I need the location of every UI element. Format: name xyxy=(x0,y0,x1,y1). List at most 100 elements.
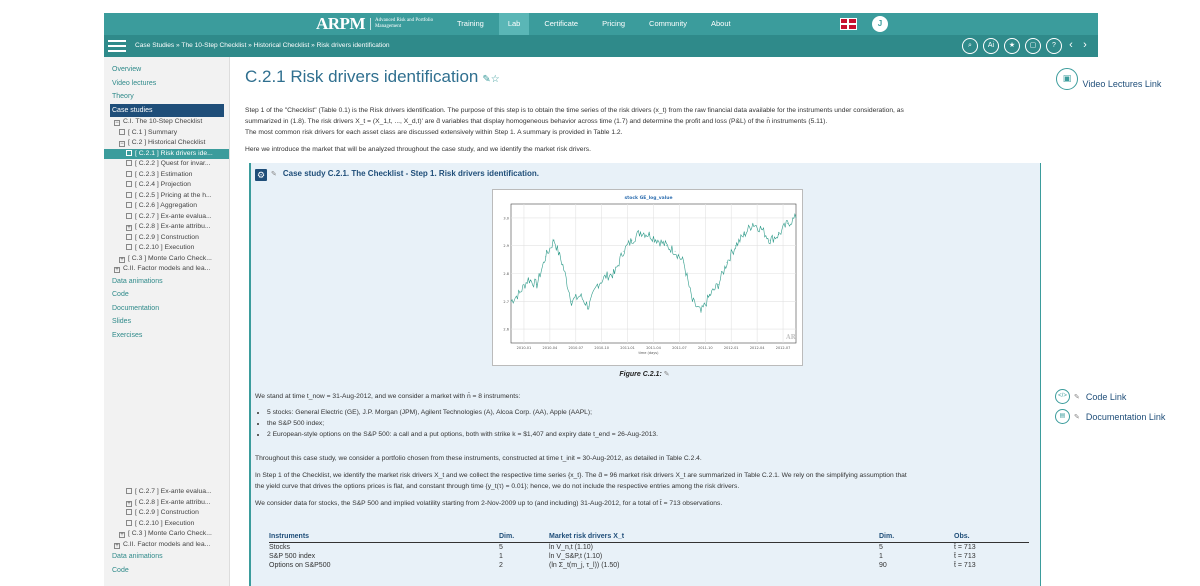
sidebar-video-lectures[interactable]: Video lectures xyxy=(104,77,229,91)
video-icon[interactable]: ▣ xyxy=(1056,67,1078,90)
tree-item-selected[interactable]: [ C.2.1 ] Risk drivers ide... xyxy=(104,148,229,159)
sidebar-code[interactable]: Code xyxy=(104,564,230,578)
page-icon xyxy=(126,149,132,156)
prev-arrow-icon[interactable]: ‹ xyxy=(1066,38,1076,54)
pencil-icon[interactable]: ✎ xyxy=(271,171,277,178)
documentation-icon[interactable]: ▤ xyxy=(1055,409,1070,424)
data-point xyxy=(761,228,762,230)
tree-item[interactable]: [ C.2.2 ] Quest for invar... xyxy=(104,159,229,170)
uk-flag-icon[interactable] xyxy=(840,18,857,30)
sidebar-theory[interactable]: Theory xyxy=(104,90,229,104)
nav-community[interactable]: Community xyxy=(640,13,696,35)
help-icon[interactable]: ? xyxy=(1046,38,1062,54)
tree-item[interactable]: [ C.2.5 ] Pricing at the h... xyxy=(104,191,229,202)
data-point xyxy=(743,234,745,235)
page-icon xyxy=(126,170,132,177)
data-point xyxy=(596,284,598,286)
tree-item[interactable]: [ C.2.7 ] Ex-ante evalua... xyxy=(104,212,229,223)
arpm-logo[interactable]: ARPM Advanced Risk and Portfolio Managem… xyxy=(316,13,440,35)
x-tick-label: 2010-01 xyxy=(517,346,532,350)
data-point xyxy=(691,300,693,302)
nav-training[interactable]: Training xyxy=(448,13,493,35)
gear-icon[interactable]: ⚙ xyxy=(255,169,267,181)
sidebar-overview[interactable]: Overview xyxy=(104,63,229,77)
hamburger-menu-icon[interactable] xyxy=(108,40,126,52)
sidebar-exercises[interactable]: Exercises xyxy=(104,329,229,343)
collapse-icon[interactable]: − xyxy=(114,120,120,126)
tree-item[interactable]: [ C.2.4 ] Projection xyxy=(104,180,229,191)
main-content: C.2.1 Risk drivers identification ✎☆ Step… xyxy=(245,57,1045,586)
user-avatar[interactable]: J xyxy=(872,16,888,32)
column-header: Obs. xyxy=(954,531,1029,543)
pencil-icon[interactable]: ✎ xyxy=(664,371,670,378)
logo-subtitle: Advanced Risk and Portfolio Management xyxy=(369,18,440,30)
documentation-link[interactable]: ▤ ✎ Documentation Link xyxy=(1055,409,1165,424)
x-tick-label: 2012-07 xyxy=(776,346,791,350)
pencil-icon[interactable]: ✎ xyxy=(1074,393,1080,401)
nav-pricing[interactable]: Pricing xyxy=(593,13,634,35)
star-icon[interactable]: ★ xyxy=(1004,38,1020,54)
sidebar-data-animations[interactable]: Data animations xyxy=(104,275,229,289)
tree-item[interactable]: +[ C.3 ] Monte Carlo Check... xyxy=(104,254,229,265)
ai-icon[interactable]: Ai xyxy=(983,38,999,54)
tree-item[interactable]: [ C.2.9 ] Construction xyxy=(104,508,230,519)
bookmark-star-icon[interactable]: ✎☆ xyxy=(482,74,499,85)
tree-item[interactable]: [ C.2.10 ] Execution xyxy=(104,243,229,254)
tree-item[interactable]: [ C.2.9 ] Construction xyxy=(104,233,229,244)
page-icon[interactable]: ▢ xyxy=(1025,38,1041,54)
expand-icon[interactable]: + xyxy=(126,225,132,231)
tree-item[interactable]: [ C.2.6 ] Aggregation xyxy=(104,201,229,212)
y-tick-label: 3.0 xyxy=(503,216,509,220)
nav-certificate[interactable]: Certificate xyxy=(535,13,587,35)
tree-item[interactable]: [ C.2.7 ] Ex-ante evalua... xyxy=(104,487,230,498)
next-arrow-icon[interactable]: › xyxy=(1080,38,1090,54)
search-icon[interactable]: ⌕ xyxy=(962,38,978,54)
expand-icon[interactable]: + xyxy=(114,542,120,549)
code-link[interactable]: </> ✎ Code Link xyxy=(1055,389,1126,404)
expand-icon[interactable]: + xyxy=(119,532,125,538)
instrument-list: 5 stocks: General Electric (GE), J.P. Mo… xyxy=(255,407,1039,440)
breadcrumb[interactable]: Case Studies » The 10-Step Checklist » H… xyxy=(135,35,390,57)
column-header: Instruments xyxy=(269,531,499,543)
collapse-icon[interactable]: − xyxy=(119,141,125,147)
page-icon xyxy=(126,488,132,494)
page-icon xyxy=(126,191,132,198)
x-tick-label: 2012-04 xyxy=(750,346,765,350)
page-icon xyxy=(126,233,132,240)
sidebar-documentation[interactable]: Documentation xyxy=(104,302,229,316)
sidebar-slides[interactable]: Slides xyxy=(104,315,229,329)
tree-item[interactable]: [ C.2.10 ] Execution xyxy=(104,519,230,530)
tree-item[interactable]: [ C.1 ] Summary xyxy=(104,128,229,139)
data-point xyxy=(795,217,797,219)
page-icon xyxy=(119,128,125,135)
tree-item[interactable]: [ C.2.3 ] Estimation xyxy=(104,170,229,181)
expand-icon[interactable]: + xyxy=(126,500,132,507)
sidebar-data-animations[interactable]: Data animations xyxy=(104,550,230,564)
pencil-icon[interactable]: ✎ xyxy=(1074,413,1080,421)
tree-item[interactable]: +[ C.3 ] Monte Carlo Check... xyxy=(104,529,230,540)
intro-paragraph: Here we introduce the market that will b… xyxy=(245,146,591,153)
intro-paragraph: summarized in (1.8). The risk drivers X_… xyxy=(245,118,828,125)
page-tools: ⌕ Ai ★ ▢ ? ‹ › xyxy=(957,38,1090,54)
video-lectures-link[interactable]: ▣ Video Lectures Link xyxy=(1056,67,1162,90)
code-icon[interactable]: </> xyxy=(1055,389,1070,404)
nav-lab[interactable]: Lab xyxy=(498,13,530,35)
list-item: 5 stocks: General Electric (GE), J.P. Mo… xyxy=(267,407,1039,418)
sidebar-case-studies[interactable]: Case studies xyxy=(110,103,224,117)
nav-about[interactable]: About xyxy=(702,13,740,35)
tree-item[interactable]: −[ C.2 ] Historical Checklist xyxy=(104,138,229,149)
x-axis-label: time (days) xyxy=(638,351,659,355)
tree-item[interactable]: + C.II. Factor models and lea... xyxy=(104,540,230,551)
table-row: S&P 500 index 1 ln V_S&P,t (1.10) 1 t̄ =… xyxy=(269,553,976,560)
data-point xyxy=(571,300,572,302)
tree-item[interactable]: + C.II. Factor models and lea... xyxy=(104,264,229,275)
expand-icon[interactable]: + xyxy=(114,267,120,273)
sidebar-code[interactable]: Code xyxy=(104,288,229,302)
data-point xyxy=(605,275,607,277)
page-icon xyxy=(126,519,132,526)
expand-icon[interactable]: + xyxy=(119,256,125,263)
data-point xyxy=(769,239,771,241)
tree-item[interactable]: +[ C.2.8 ] Ex-ante attribu... xyxy=(104,498,230,509)
tree-item[interactable]: − C.I. The 10-Step Checklist xyxy=(104,117,229,128)
tree-item[interactable]: +[ C.2.8 ] Ex-ante attribu... xyxy=(104,222,229,233)
